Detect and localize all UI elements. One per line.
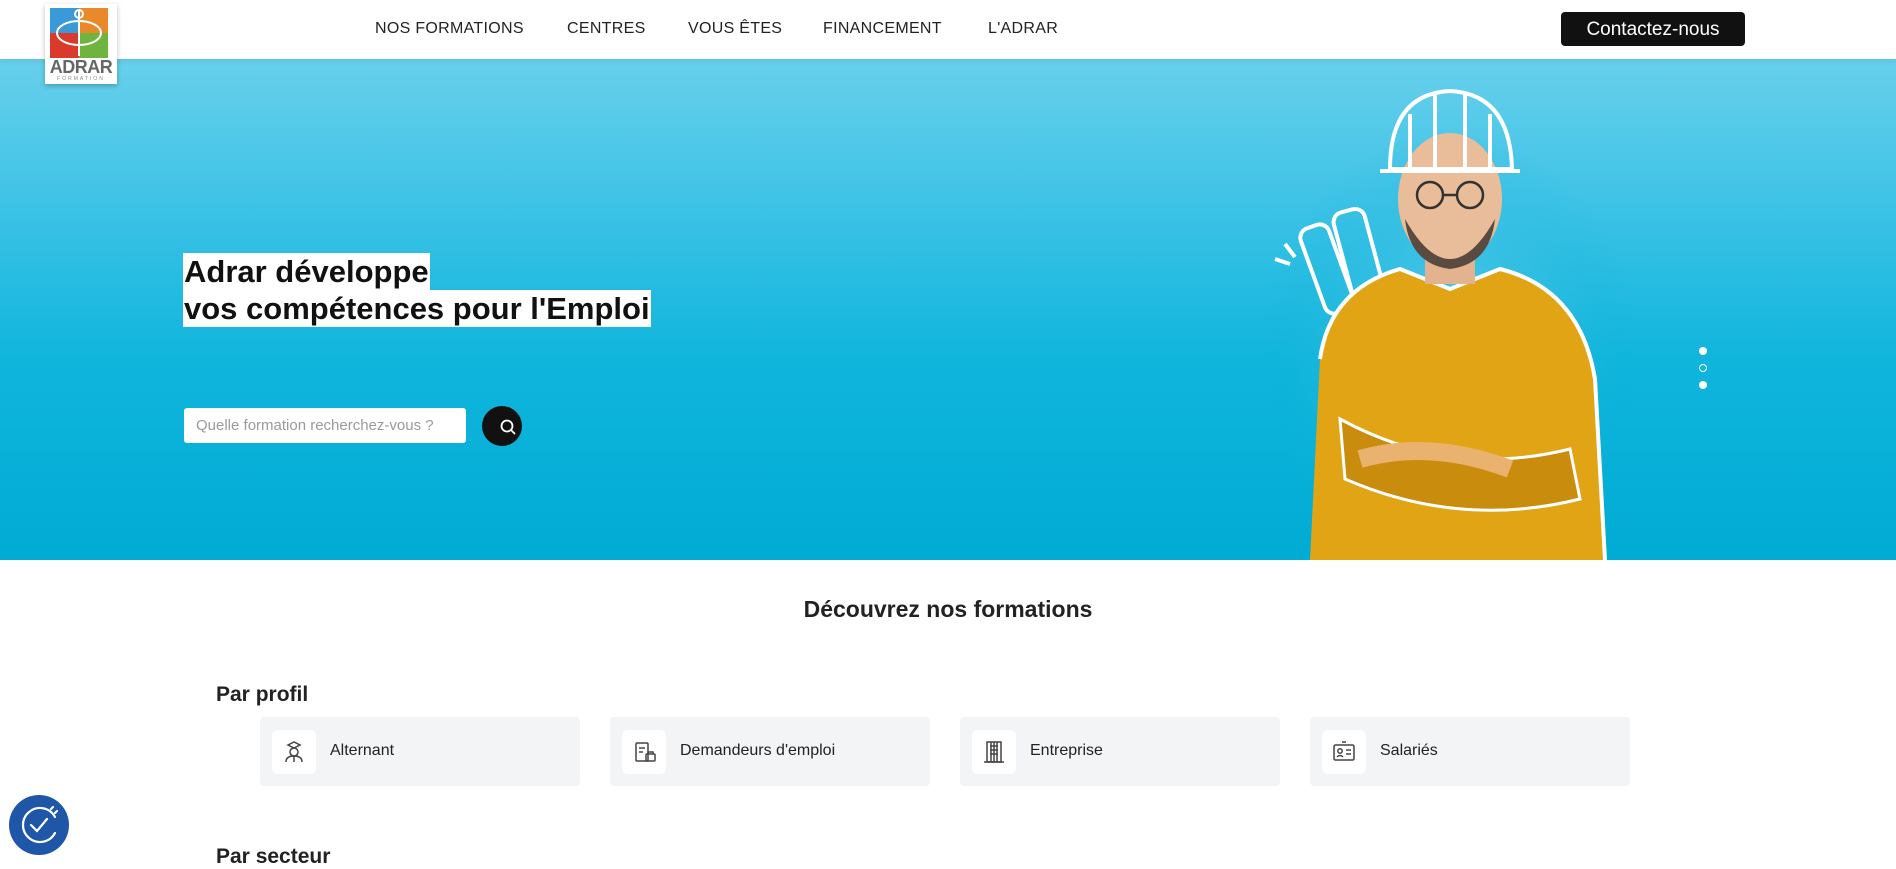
profile-heading: Par profil	[216, 683, 309, 706]
slider-dot-3[interactable]	[1699, 381, 1707, 389]
nav-adrar[interactable]: L'ADRAR	[988, 20, 1058, 38]
slider-dot-1[interactable]	[1699, 347, 1707, 355]
profile-card-salaries[interactable]: Salariés	[1310, 717, 1630, 786]
hero-headline: Adrar développe vos compétences pour l'E…	[183, 253, 651, 327]
slider-dot-2[interactable]	[1699, 364, 1707, 372]
nav-vous-etes[interactable]: VOUS ÊTES	[688, 20, 782, 38]
profile-label-salaries: Salariés	[1380, 742, 1438, 759]
sector-heading: Par secteur	[216, 845, 331, 868]
accessibility-button[interactable]	[9, 795, 69, 855]
hero-headline-line1: Adrar développe	[183, 253, 430, 290]
site-header: NOS FORMATIONS CENTRES VOUS ÊTES FINANCE…	[0, 0, 1896, 59]
logo-tagline: FORMATION	[57, 76, 105, 82]
hero-banner: Adrar développe vos compétences pour l'E…	[0, 59, 1896, 560]
formation-search-input[interactable]	[184, 408, 466, 443]
apprentice-icon	[272, 730, 316, 774]
profile-card-demandeurs[interactable]: Demandeurs d'emploi	[610, 717, 930, 786]
profile-label-alternant: Alternant	[330, 742, 395, 759]
profile-label-entreprise: Entreprise	[1030, 742, 1103, 759]
job-seeker-icon	[622, 730, 666, 774]
profile-card-alternant[interactable]: Alternant	[260, 717, 580, 786]
nav-centres[interactable]: CENTRES	[567, 20, 646, 38]
hero-headline-line2: vos compétences pour l'Emploi	[183, 290, 651, 327]
search-button[interactable]	[482, 406, 522, 446]
hero-person-image	[1260, 88, 1640, 560]
adrar-logo[interactable]: ADRAR FORMATION	[45, 4, 117, 84]
contact-button[interactable]: Contactez-nous	[1561, 12, 1745, 46]
accessibility-icon	[21, 805, 59, 844]
nav-financement[interactable]: FINANCEMENT	[823, 20, 942, 38]
profile-label-demandeurs: Demandeurs d'emploi	[680, 742, 836, 759]
nav-nos-formations[interactable]: NOS FORMATIONS	[375, 20, 524, 38]
logo-name: ADRAR	[49, 57, 113, 77]
search-icon	[500, 419, 516, 435]
building-icon	[972, 730, 1016, 774]
formations-section-title: Découvrez nos formations	[803, 596, 1093, 622]
profile-card-entreprise[interactable]: Entreprise	[960, 717, 1280, 786]
id-card-icon	[1322, 730, 1366, 774]
logo-ring-icon	[56, 9, 102, 56]
